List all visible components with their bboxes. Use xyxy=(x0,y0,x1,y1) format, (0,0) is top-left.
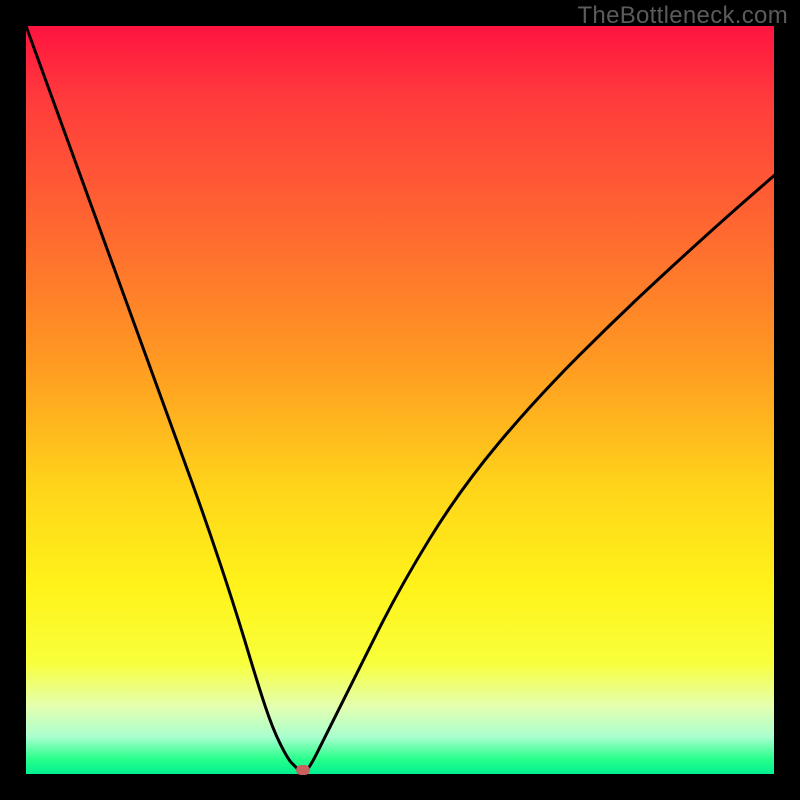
plot-area xyxy=(26,26,774,774)
optimal-point-marker xyxy=(296,765,310,775)
curve-svg xyxy=(26,26,774,774)
bottleneck-curve xyxy=(26,26,774,772)
chart-frame: TheBottleneck.com xyxy=(0,0,800,800)
